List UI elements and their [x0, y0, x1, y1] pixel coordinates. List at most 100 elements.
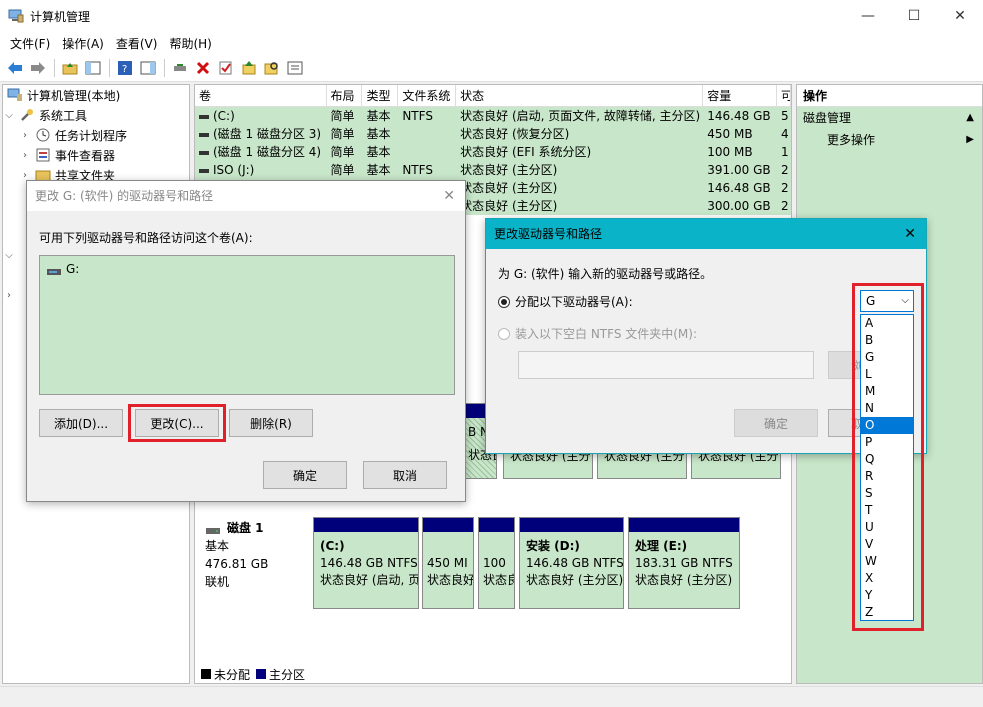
partition-e[interactable]: 处理 (E:) 183.31 GB NTFS 状态良好 (主分区) — [628, 517, 740, 609]
search-icon[interactable] — [261, 58, 283, 78]
chevron-right-icon[interactable]: › — [19, 170, 31, 181]
show-hide-action-pane-icon[interactable] — [137, 58, 159, 78]
col-free[interactable]: 可 — [777, 85, 791, 106]
table-cell: 5 — [781, 109, 789, 123]
radio-unselected-icon[interactable] — [498, 328, 510, 340]
dialog1-label: 可用下列驱动器号和路径访问这个卷(A): — [39, 231, 253, 245]
help-icon[interactable]: ? — [114, 58, 136, 78]
chevron-down-icon[interactable]: ⌵ — [3, 250, 15, 261]
disk1-row: 磁盘 1 基本 476.81 GB 联机 (C:) 146.48 GB NTFS 状… — [195, 509, 791, 665]
radio-selected-icon[interactable] — [498, 296, 510, 308]
tree-item-event-viewer[interactable]: › 事件查看器 — [3, 145, 189, 165]
chevron-right-icon[interactable]: › — [19, 150, 31, 161]
partition-efi[interactable]: 100状态良 — [478, 517, 515, 609]
table-cell: 146.48 GB — [707, 109, 771, 123]
dialog2-close-icon[interactable]: ✕ — [904, 219, 916, 249]
table-cell — [398, 125, 456, 143]
table-row[interactable]: (C:) 简单 基本 NTFS 状态良好 (启动, 页面文件, 故障转储, 主分区) 14… — [195, 107, 791, 125]
table-cell: 2 — [781, 181, 789, 195]
minimize-button[interactable]: — — [845, 0, 891, 32]
table-cell: ISO (J:) — [195, 161, 327, 179]
table-cell: NTFS — [402, 109, 433, 123]
cancel-button[interactable]: 取消 — [363, 461, 447, 489]
table-cell: 状态良好 (主分区) — [460, 163, 558, 177]
menu-help[interactable]: 帮助(H) — [163, 35, 217, 52]
delete-button[interactable]: 删除(R) — [229, 409, 313, 437]
list-item[interactable]: G: — [40, 256, 454, 282]
disk-legend: 未分配 主分区 — [201, 665, 305, 683]
table-cell: (C:) — [195, 107, 327, 125]
dialog1-close-icon[interactable]: ✕ — [443, 181, 455, 211]
table-cell: 2 — [781, 163, 789, 177]
check-icon[interactable] — [215, 58, 237, 78]
table-cell: 2 — [781, 199, 789, 213]
back-arrow-icon[interactable] — [4, 58, 26, 78]
dialog1-title-bar: 更改 G: (软件) 的驱动器号和路径 ✕ — [27, 181, 465, 211]
chevron-right-icon[interactable]: › — [3, 290, 15, 301]
change-drive-letter-dialog: 更改 G: (软件) 的驱动器号和路径 ✕ 可用下列驱动器号和路径访问这个卷(A… — [26, 180, 466, 502]
table-cell: 146.48 GB — [707, 181, 771, 195]
menu-view[interactable]: 查看(V) — [110, 35, 164, 52]
show-hide-tree-icon[interactable] — [82, 58, 104, 78]
col-layout[interactable]: 布局 — [327, 85, 363, 106]
col-filesystem[interactable]: 文件系统 — [398, 85, 457, 106]
menu-bar: 文件(F) 操作(A) 查看(V) 帮助(H) — [0, 32, 983, 54]
up-folder-icon[interactable] — [59, 58, 81, 78]
legend-swatch-primary — [256, 669, 267, 679]
close-button[interactable]: ✕ — [937, 0, 983, 32]
tree-item-system-tools[interactable]: ⌵ 系统工具 — [3, 105, 189, 125]
maximize-button[interactable]: ☐ — [891, 0, 937, 32]
title-bar: 计算机管理 — ☐ ✕ — [0, 0, 983, 32]
table-cell: 基本 — [366, 145, 391, 159]
ok-button[interactable]: 确定 — [263, 461, 347, 489]
tree-item-root[interactable]: 计算机管理(本地) — [3, 85, 189, 105]
event-log-icon — [35, 148, 51, 162]
disk1-info[interactable]: 磁盘 1 基本 476.81 GB 联机 — [205, 519, 268, 591]
col-type[interactable]: 类型 — [362, 85, 399, 106]
table-cell: 状态良好 (恢复分区) — [460, 127, 570, 141]
menu-action[interactable]: 操作(A) — [56, 35, 110, 52]
tree-item-collapsed-2[interactable]: › — [3, 285, 15, 305]
dialog2-ok-button[interactable]: 确定 — [734, 409, 818, 437]
col-volume[interactable]: 卷 — [195, 85, 327, 106]
tree-item-task-scheduler[interactable]: › 任务计划程序 — [3, 125, 189, 145]
folder-path-input[interactable] — [518, 351, 814, 379]
table-row[interactable]: (磁盘 1 磁盘分区 4) 简单 基本 状态良好 (EFI 系统分区) 100 MB 1 — [195, 143, 791, 161]
chevron-down-icon[interactable]: ⌵ — [3, 110, 15, 121]
computer-management-icon — [7, 88, 23, 102]
action-section-disk-management[interactable]: 磁盘管理 ▲ — [797, 107, 982, 129]
table-cell: 状态良好 (主分区) — [460, 181, 558, 195]
add-button[interactable]: 添加(D)... — [39, 409, 123, 437]
drive-path-list[interactable]: G: — [39, 255, 455, 395]
table-cell: 基本 — [366, 163, 391, 177]
action-more-actions[interactable]: 更多操作 ▶ — [797, 129, 982, 151]
volume-table-header: 卷 布局 类型 文件系统 状态 容量 可 — [195, 85, 791, 107]
table-cell: 450 MB — [707, 127, 753, 141]
forward-arrow-icon[interactable] — [27, 58, 49, 78]
export-up-icon[interactable] — [238, 58, 260, 78]
collapse-up-icon[interactable]: ▲ — [966, 107, 974, 129]
connect-icon[interactable] — [169, 58, 191, 78]
delete-icon[interactable] — [192, 58, 214, 78]
table-cell: 简单 — [330, 163, 355, 177]
menu-file[interactable]: 文件(F) — [4, 35, 56, 52]
radio-mount-folder[interactable]: 装入以下空白 NTFS 文件夹中(M): — [498, 325, 697, 342]
table-row[interactable]: ISO (J:) 简单 基本 NTFS 状态良好 (主分区) 391.00 GB 2 — [195, 161, 791, 179]
tools-icon — [19, 108, 35, 122]
table-cell: NTFS — [402, 163, 433, 177]
partition-recovery[interactable]: 450 MI 状态良好 — [422, 517, 474, 609]
volume-icon — [199, 150, 209, 155]
tree-item-collapsed-1[interactable]: ⌵ — [3, 245, 15, 265]
table-cell: 简单 — [330, 127, 355, 141]
action-pane-header: 操作 — [797, 85, 982, 107]
table-cell: 简单 — [330, 145, 355, 159]
col-status[interactable]: 状态 — [456, 85, 704, 106]
table-cell: (磁盘 1 磁盘分区 4) — [195, 143, 327, 161]
properties-icon[interactable] — [284, 58, 306, 78]
radio-assign-letter[interactable]: 分配以下驱动器号(A): — [498, 293, 633, 310]
partition-d[interactable]: 安装 (D:) 146.48 GB NTFS 状态良好 (主分区) — [519, 517, 624, 609]
chevron-right-icon[interactable]: › — [19, 130, 31, 141]
col-capacity[interactable]: 容量 — [703, 85, 778, 106]
table-row[interactable]: (磁盘 1 磁盘分区 3) 简单 基本 状态良好 (恢复分区) 450 MB 4 — [195, 125, 791, 143]
partition-c[interactable]: (C:) 146.48 GB NTFS 状态良好 (启动, 页 — [313, 517, 419, 609]
